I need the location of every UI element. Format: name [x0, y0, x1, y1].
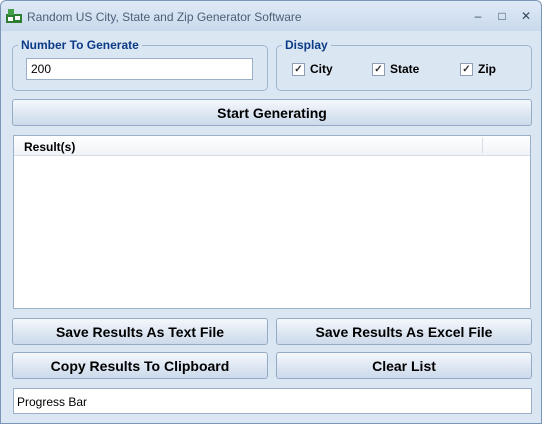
display-group: Display ✓ City ✓ State ✓ Zip — [276, 38, 532, 91]
copy-to-clipboard-button[interactable]: Copy Results To Clipboard — [12, 352, 268, 379]
state-checkbox[interactable]: ✓ State — [372, 62, 419, 76]
city-checkbox[interactable]: ✓ City — [292, 62, 333, 76]
clear-list-button[interactable]: Clear List — [276, 352, 532, 379]
start-generating-button[interactable]: Start Generating — [12, 99, 532, 126]
display-legend: Display — [282, 38, 331, 52]
app-window: Random US City, State and Zip Generator … — [0, 0, 542, 424]
progress-bar-label: Progress Bar — [17, 395, 88, 409]
close-button[interactable]: ✕ — [515, 7, 537, 25]
check-icon: ✓ — [292, 62, 305, 76]
app-icon — [6, 9, 22, 23]
check-icon: ✓ — [460, 62, 473, 76]
column-separator[interactable] — [482, 138, 483, 153]
results-list[interactable]: Result(s) — [13, 135, 531, 309]
city-checkbox-label: City — [310, 62, 333, 76]
minimize-button[interactable]: – — [467, 7, 489, 25]
state-checkbox-label: State — [390, 62, 420, 76]
number-to-generate-input[interactable] — [26, 58, 253, 80]
title-bar[interactable]: Random US City, State and Zip Generator … — [1, 1, 541, 31]
check-icon: ✓ — [372, 62, 385, 76]
number-to-generate-legend: Number To Generate — [18, 38, 142, 52]
zip-checkbox[interactable]: ✓ Zip — [460, 62, 496, 76]
results-column-header[interactable]: Result(s) — [24, 140, 75, 154]
zip-checkbox-label: Zip — [478, 62, 496, 76]
progress-bar: Progress Bar — [13, 388, 532, 414]
window-title: Random US City, State and Zip Generator … — [27, 10, 302, 24]
maximize-button[interactable]: □ — [491, 7, 513, 25]
save-text-file-button[interactable]: Save Results As Text File — [12, 318, 268, 345]
save-excel-file-button[interactable]: Save Results As Excel File — [276, 318, 532, 345]
client-area: Number To Generate Display ✓ City ✓ Stat… — [5, 31, 537, 419]
number-to-generate-group: Number To Generate — [12, 38, 268, 91]
results-list-header: Result(s) — [14, 136, 530, 156]
